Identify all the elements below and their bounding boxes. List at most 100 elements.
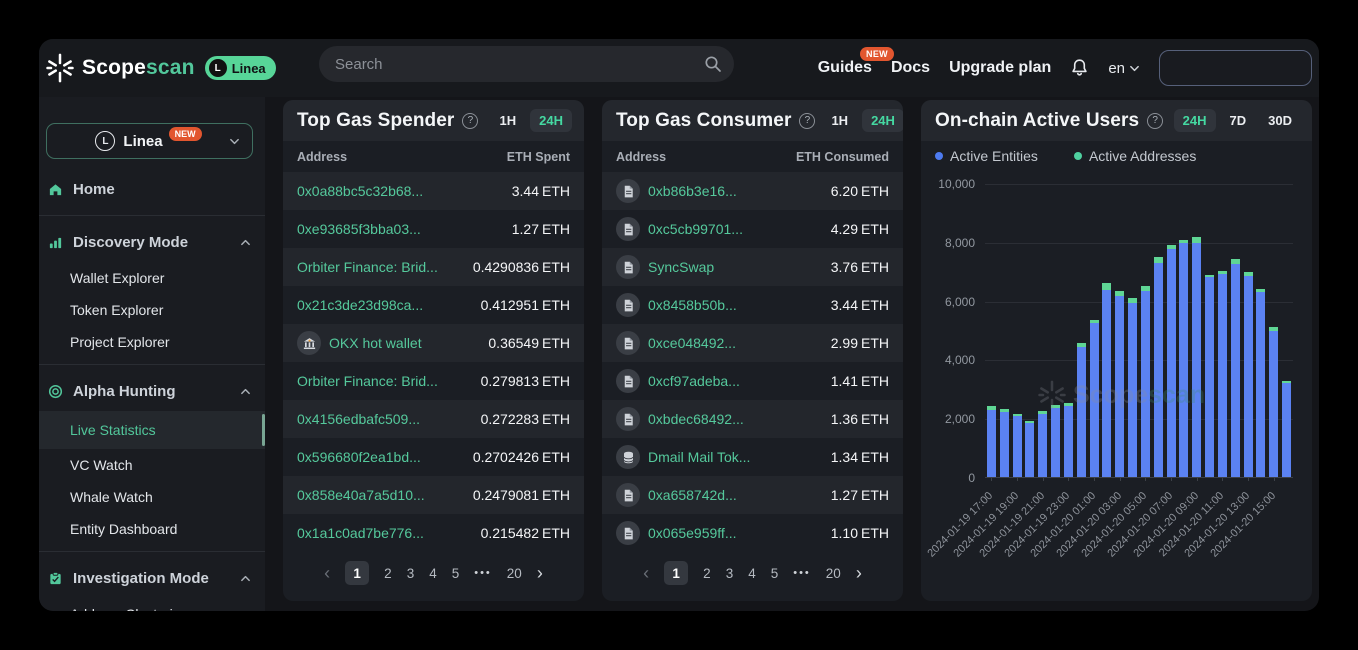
- range-button-1h[interactable]: 1H: [823, 109, 856, 132]
- address-link[interactable]: Orbiter Finance: Brid...: [297, 259, 438, 275]
- language-selector[interactable]: en: [1108, 60, 1140, 77]
- document-icon: [621, 526, 636, 541]
- chart-bar[interactable]: [1269, 327, 1278, 477]
- nav-docs[interactable]: Docs: [891, 59, 930, 77]
- pagination-next-button[interactable]: ›: [856, 564, 862, 582]
- address-link[interactable]: 0xce048492...: [648, 335, 736, 351]
- pagination-page-4[interactable]: 4: [429, 566, 437, 581]
- range-button-30d[interactable]: 30D: [1260, 109, 1300, 132]
- chart-bar[interactable]: [987, 406, 996, 477]
- sidebar-section-investigation-mode[interactable]: Investigation Mode: [39, 558, 265, 598]
- pagination-prev-button[interactable]: ‹: [324, 564, 330, 582]
- legend-item-active-entities[interactable]: Active Entities: [935, 148, 1038, 164]
- address-link[interactable]: 0x065e959ff...: [648, 525, 736, 541]
- pagination-page-20[interactable]: 20: [826, 566, 841, 581]
- chart-bar[interactable]: [1102, 283, 1111, 477]
- pagination-page-5[interactable]: 5: [771, 566, 779, 581]
- pagination-prev-button[interactable]: ‹: [643, 564, 649, 582]
- chart-bar[interactable]: [1256, 289, 1265, 477]
- pagination-page-3[interactable]: 3: [407, 566, 415, 581]
- legend-item-active-addresses[interactable]: Active Addresses: [1074, 148, 1196, 164]
- chart-bar[interactable]: [1013, 414, 1022, 478]
- chart-bar[interactable]: [1090, 320, 1099, 477]
- help-icon[interactable]: ?: [462, 113, 478, 129]
- sidebar-section-alpha-hunting[interactable]: Alpha Hunting: [39, 371, 265, 411]
- chart-bar[interactable]: [1218, 271, 1227, 477]
- address-link[interactable]: Orbiter Finance: Brid...: [297, 373, 438, 389]
- address-link[interactable]: 0x21c3de23d98ca...: [297, 297, 423, 313]
- address-link[interactable]: 0xcf97adeba...: [648, 373, 740, 389]
- help-icon[interactable]: ?: [799, 113, 815, 129]
- address-link[interactable]: 0x596680f2ea1bd...: [297, 449, 421, 465]
- table-row: Orbiter Finance: Brid...0.4290836ETH: [283, 248, 584, 286]
- range-button-1h[interactable]: 1H: [492, 109, 525, 132]
- address-link[interactable]: 0x0a88bc5c32b68...: [297, 183, 423, 199]
- brand-logo-group[interactable]: Scopescan L Linea: [45, 53, 276, 83]
- chart-bar[interactable]: [1192, 237, 1201, 477]
- chart-bar[interactable]: [1077, 343, 1086, 477]
- address-link[interactable]: OKX hot wallet: [329, 335, 422, 351]
- sidebar-item-vc-watch[interactable]: VC Watch: [39, 449, 265, 481]
- address-link[interactable]: SyncSwap: [648, 259, 714, 275]
- nav-upgrade-plan[interactable]: Upgrade plan: [949, 59, 1051, 77]
- sidebar-item-live-statistics[interactable]: Live Statistics: [39, 411, 265, 449]
- chart-bar[interactable]: [1231, 259, 1240, 477]
- chart-bar[interactable]: [1115, 291, 1124, 477]
- chart-bar[interactable]: [1205, 275, 1214, 477]
- pagination-page-2[interactable]: 2: [384, 566, 392, 581]
- pagination-page-3[interactable]: 3: [726, 566, 734, 581]
- sidebar-chain-selector[interactable]: L Linea NEW: [46, 123, 253, 159]
- search-bar[interactable]: [319, 46, 734, 82]
- chart-bar[interactable]: [1244, 272, 1253, 477]
- range-button-24h[interactable]: 24H: [530, 109, 572, 132]
- chart-bar[interactable]: [1141, 286, 1150, 477]
- pagination-next-button[interactable]: ›: [537, 564, 543, 582]
- address-link[interactable]: 0x858e40a7a5d10...: [297, 487, 425, 503]
- chart-bar[interactable]: [1000, 409, 1009, 477]
- pagination-page-4[interactable]: 4: [748, 566, 756, 581]
- search-icon[interactable]: [704, 55, 722, 73]
- sidebar-item-token-explorer[interactable]: Token Explorer: [39, 294, 265, 326]
- chart-bar[interactable]: [1051, 405, 1060, 477]
- chart-bar[interactable]: [1154, 257, 1163, 477]
- table-row: 0x4156edbafc509...0.272283ETH: [283, 400, 584, 438]
- chart-bar[interactable]: [1128, 298, 1137, 477]
- y-axis-label: 0: [968, 471, 975, 485]
- pagination-page-1[interactable]: 1: [345, 561, 369, 585]
- help-icon[interactable]: ?: [1147, 113, 1163, 129]
- pagination-page-2[interactable]: 2: [703, 566, 711, 581]
- sidebar-section-discovery-mode[interactable]: Discovery Mode: [39, 222, 265, 262]
- address-link[interactable]: Dmail Mail Tok...: [648, 449, 750, 465]
- address-link[interactable]: 0xc5cb99701...: [648, 221, 743, 237]
- address-link[interactable]: 0xe93685f3bba03...: [297, 221, 421, 237]
- chart-bar[interactable]: [1282, 381, 1291, 477]
- nav-guides[interactable]: NEW Guides: [818, 59, 872, 77]
- sidebar-item-project-explorer[interactable]: Project Explorer: [39, 326, 265, 358]
- chart-bar[interactable]: [1038, 411, 1047, 477]
- range-button-24h[interactable]: 24H: [1174, 109, 1216, 132]
- chart-bar[interactable]: [1025, 421, 1034, 477]
- sidebar-item-entity-dashboard[interactable]: Entity Dashboard: [39, 513, 265, 545]
- sidebar-item-wallet-explorer[interactable]: Wallet Explorer: [39, 262, 265, 294]
- chart-bar[interactable]: [1179, 240, 1188, 477]
- range-button-7d[interactable]: 7D: [1222, 109, 1255, 132]
- pagination-page-20[interactable]: 20: [507, 566, 522, 581]
- pagination-page-1[interactable]: 1: [664, 561, 688, 585]
- outlined-action-button[interactable]: [1159, 50, 1312, 86]
- sidebar-section-home[interactable]: Home: [39, 169, 265, 209]
- pagination: ‹12345•••20›: [283, 561, 584, 585]
- bell-icon[interactable]: [1070, 58, 1089, 78]
- address-link[interactable]: 0xbdec68492...: [648, 411, 744, 427]
- address-link[interactable]: 0x4156edbafc509...: [297, 411, 420, 427]
- chart-bar[interactable]: [1064, 403, 1073, 477]
- address-link[interactable]: 0x1a1c0ad7be776...: [297, 525, 424, 541]
- search-input[interactable]: [335, 56, 704, 73]
- address-link[interactable]: 0x8458b50b...: [648, 297, 737, 313]
- sidebar-item-address-clustering[interactable]: Address Clustering: [39, 598, 265, 611]
- chart-bar[interactable]: [1167, 245, 1176, 477]
- pagination-page-5[interactable]: 5: [452, 566, 460, 581]
- address-link[interactable]: 0xb86b3e16...: [648, 183, 737, 199]
- sidebar-item-whale-watch[interactable]: Whale Watch: [39, 481, 265, 513]
- address-link[interactable]: 0xa658742d...: [648, 487, 737, 503]
- range-button-24h[interactable]: 24H: [862, 109, 903, 132]
